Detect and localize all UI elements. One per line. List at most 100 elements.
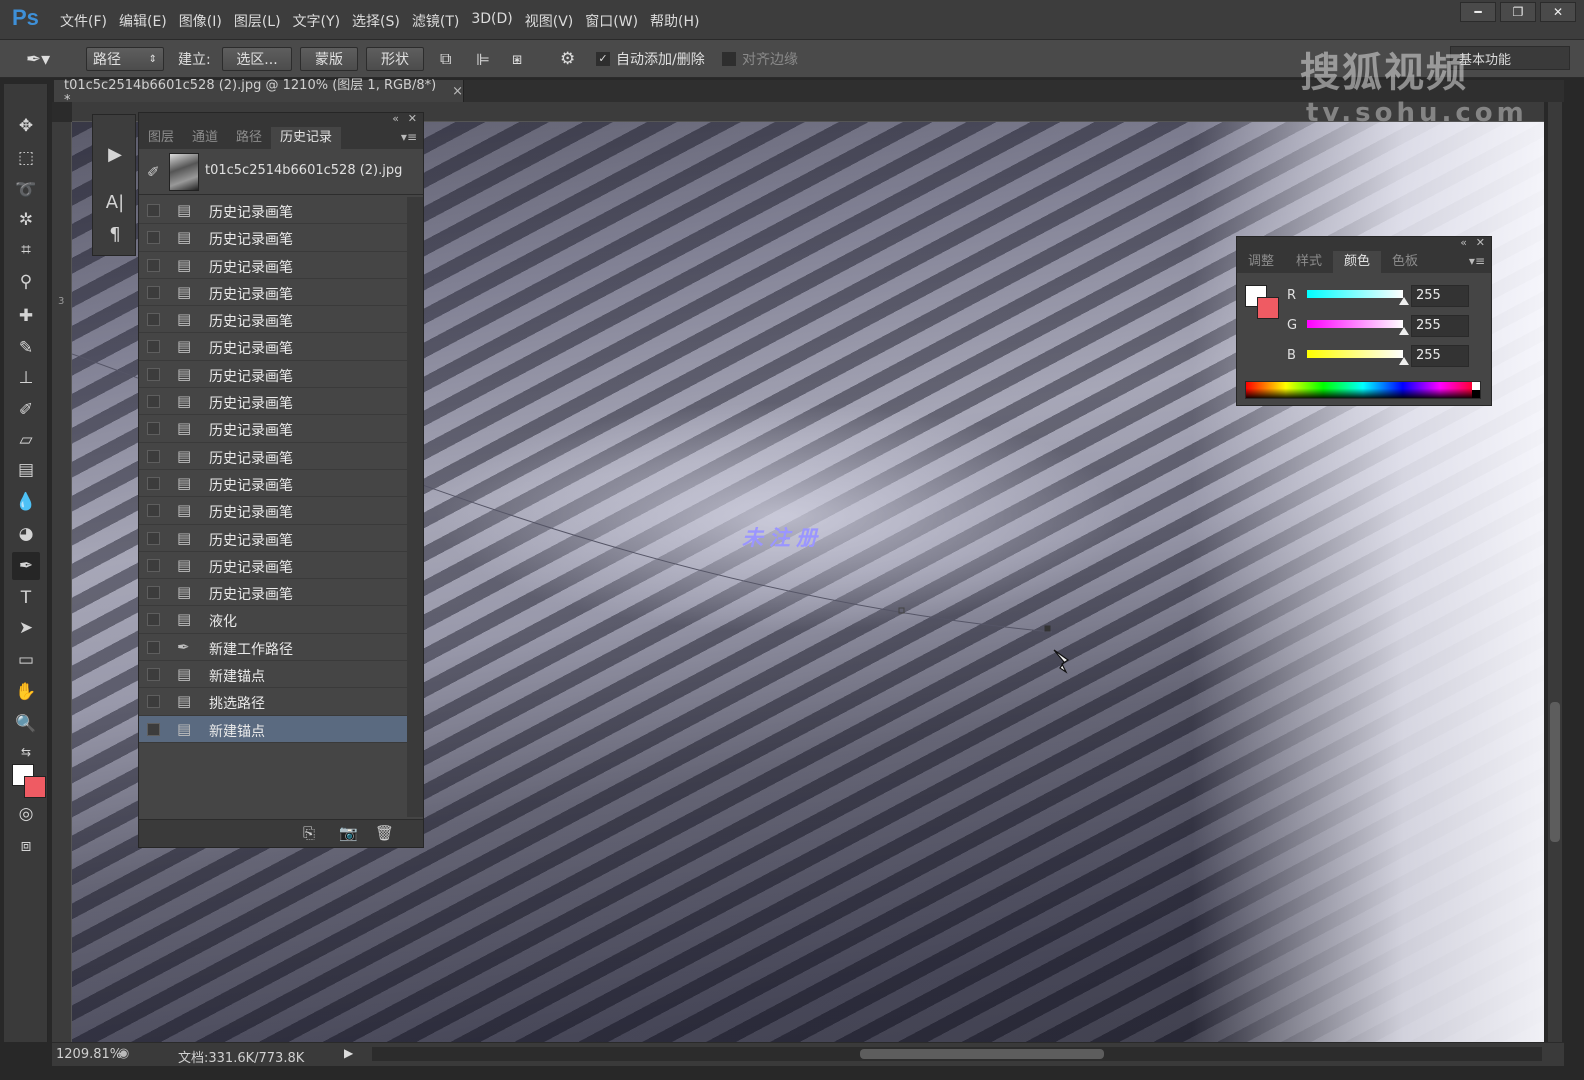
path-arrangement-icon[interactable]: ⧆ — [512, 47, 538, 71]
menu-view[interactable]: 视图(V) — [525, 11, 584, 31]
actions-panel-icon[interactable]: ▶ — [101, 141, 129, 167]
history-brush-source-checkbox[interactable] — [147, 258, 160, 272]
history-brush-source-checkbox[interactable] — [147, 340, 160, 354]
background-color-swatch[interactable] — [1257, 297, 1279, 319]
history-brush-source-checkbox[interactable] — [147, 395, 160, 409]
tab-paths[interactable]: 路径 — [227, 127, 271, 149]
swap-colors-icon[interactable]: ⇆ — [12, 738, 40, 766]
path-operations-icon[interactable]: ⧉ — [440, 47, 462, 71]
close-panel-icon[interactable]: ✕ — [408, 112, 417, 125]
history-brush-source-checkbox[interactable] — [147, 367, 160, 381]
camera-icon[interactable]: 📷 — [339, 824, 358, 842]
red-slider-thumb[interactable] — [1399, 297, 1409, 305]
eyedropper-tool-icon[interactable]: ⚲ — [12, 268, 40, 296]
pen-tool-icon[interactable]: ✒ — [12, 552, 40, 580]
history-brush-source-checkbox[interactable] — [147, 722, 160, 736]
history-item[interactable]: ▤ 历史记录画笔 — [139, 197, 407, 225]
history-brush-source-checkbox[interactable] — [147, 313, 160, 327]
gradient-tool-icon[interactable]: ▤ — [12, 456, 40, 484]
panel-menu-icon[interactable]: ▾≡ — [1469, 254, 1485, 268]
history-item[interactable]: ▤ 历史记录画笔 — [139, 306, 407, 334]
close-tab-icon[interactable]: × — [452, 84, 463, 99]
history-item[interactable]: ▤ 历史记录画笔 — [139, 388, 407, 416]
shape-tool-icon[interactable]: ▭ — [12, 646, 40, 674]
screen-mode-icon[interactable]: ⧈ — [12, 832, 40, 860]
history-item[interactable]: ▤ 液化 — [139, 606, 407, 634]
history-snapshot[interactable]: ✐ t01c5c2514b6601c528 (2).jpg — [139, 149, 423, 195]
history-brush-tool-icon[interactable]: ✐ — [12, 396, 40, 424]
paragraph-panel-icon[interactable]: ¶ — [101, 221, 129, 247]
lasso-tool-icon[interactable]: ➰ — [12, 176, 40, 204]
history-item[interactable]: ▤ 历史记录画笔 — [139, 415, 407, 443]
crop-tool-icon[interactable]: ⌗ — [12, 236, 40, 264]
dodge-tool-icon[interactable]: ◕ — [12, 520, 40, 548]
menu-help[interactable]: 帮助(H) — [650, 11, 709, 31]
history-brush-source-checkbox[interactable] — [147, 504, 160, 518]
black-swatch[interactable] — [1472, 390, 1480, 398]
history-brush-source-checkbox[interactable] — [147, 285, 160, 299]
collapse-panel-icon[interactable]: « — [1460, 236, 1467, 249]
pen-tool-preset-icon[interactable]: ✒▾ — [26, 47, 72, 71]
history-item[interactable]: ▤ 新建锚点 — [139, 715, 407, 743]
blue-value-input[interactable]: 255 — [1411, 345, 1469, 367]
history-item[interactable]: ▤ 历史记录画笔 — [139, 224, 407, 252]
brush-tool-icon[interactable]: ✎ — [12, 334, 40, 362]
vertical-scrollbar[interactable] — [1548, 102, 1562, 1042]
vertical-scroll-thumb[interactable] — [1550, 702, 1560, 842]
close-button[interactable]: ✕ — [1540, 2, 1576, 22]
history-scrollbar[interactable] — [407, 197, 423, 817]
history-item[interactable]: ▤ 历史记录画笔 — [139, 579, 407, 607]
history-brush-source-checkbox[interactable] — [147, 586, 160, 600]
trash-icon[interactable]: 🗑 — [375, 824, 394, 842]
history-item[interactable]: ✒ 新建工作路径 — [139, 634, 407, 662]
menu-filter[interactable]: 滤镜(T) — [412, 11, 469, 31]
history-item[interactable]: ▤ 历史记录画笔 — [139, 470, 407, 498]
history-brush-source-checkbox[interactable] — [147, 531, 160, 545]
hand-tool-icon[interactable]: ✋ — [12, 678, 40, 706]
tab-color[interactable]: 颜色 — [1333, 251, 1382, 273]
document-tab[interactable]: t01c5c2514b6601c528 (2).jpg @ 1210% (图层 … — [54, 78, 464, 108]
healing-brush-tool-icon[interactable]: ✚ — [12, 302, 40, 330]
history-item[interactable]: ▤ 历史记录画笔 — [139, 279, 407, 307]
tab-adjustments[interactable]: 调整 — [1237, 251, 1285, 273]
history-brush-source-checkbox[interactable] — [147, 613, 160, 627]
history-brush-source-checkbox[interactable] — [147, 231, 160, 245]
red-value-input[interactable]: 255 — [1411, 285, 1469, 307]
color-spectrum-ramp[interactable] — [1245, 381, 1481, 399]
panel-menu-icon[interactable]: ▾≡ — [401, 130, 417, 144]
tab-history[interactable]: 历史记录 — [271, 127, 342, 149]
history-brush-source-checkbox[interactable] — [147, 204, 160, 217]
history-item[interactable]: ▤ 历史记录画笔 — [139, 333, 407, 361]
history-brush-source-checkbox[interactable] — [147, 422, 160, 436]
history-brush-source-checkbox[interactable] — [147, 558, 160, 572]
auto-add-delete-option[interactable]: ✓ 自动添加/删除 — [596, 47, 705, 71]
zoom-level[interactable]: 1209.81% — [56, 1047, 122, 1062]
history-item[interactable]: ▤ 历史记录画笔 — [139, 525, 407, 552]
workspace-switcher[interactable]: 基本功能 — [1450, 46, 1570, 70]
menu-3d[interactable]: 3D(D) — [471, 11, 522, 31]
history-brush-source-checkbox[interactable] — [147, 476, 160, 490]
quick-mask-icon[interactable]: ◎ — [12, 800, 40, 828]
mask-button[interactable]: 蒙版 — [300, 47, 358, 71]
path-selection-tool-icon[interactable]: ➤ — [12, 614, 40, 642]
clone-stamp-tool-icon[interactable]: ⊥ — [12, 364, 40, 392]
selection-button[interactable]: 选区... — [222, 47, 292, 71]
green-slider[interactable] — [1307, 320, 1403, 328]
move-tool-icon[interactable]: ✥ — [12, 112, 40, 140]
type-tool-icon[interactable]: T — [12, 584, 40, 612]
menu-window[interactable]: 窗口(W) — [585, 11, 648, 31]
info-icon[interactable]: ◉ — [118, 1046, 129, 1061]
horizontal-scrollbar[interactable] — [372, 1047, 1542, 1061]
green-value-input[interactable]: 255 — [1411, 315, 1469, 337]
history-item[interactable]: ▤ 历史记录画笔 — [139, 552, 407, 580]
mode-select[interactable]: 路径 ⇕ — [86, 47, 164, 71]
menu-edit[interactable]: 编辑(E) — [119, 11, 177, 31]
zoom-tool-icon[interactable]: 🔍 — [12, 710, 40, 738]
history-brush-source-icon[interactable]: ✐ — [147, 163, 160, 181]
history-item[interactable]: ▤ 历史记录画笔 — [139, 497, 407, 525]
magic-wand-tool-icon[interactable]: ✲ — [12, 206, 40, 234]
history-item[interactable]: ▤ 历史记录画笔 — [139, 443, 407, 470]
history-item[interactable]: ▤ 历史记录画笔 — [139, 361, 407, 389]
background-color-swatch[interactable] — [24, 776, 46, 798]
maximize-button[interactable]: ❐ — [1500, 2, 1536, 22]
